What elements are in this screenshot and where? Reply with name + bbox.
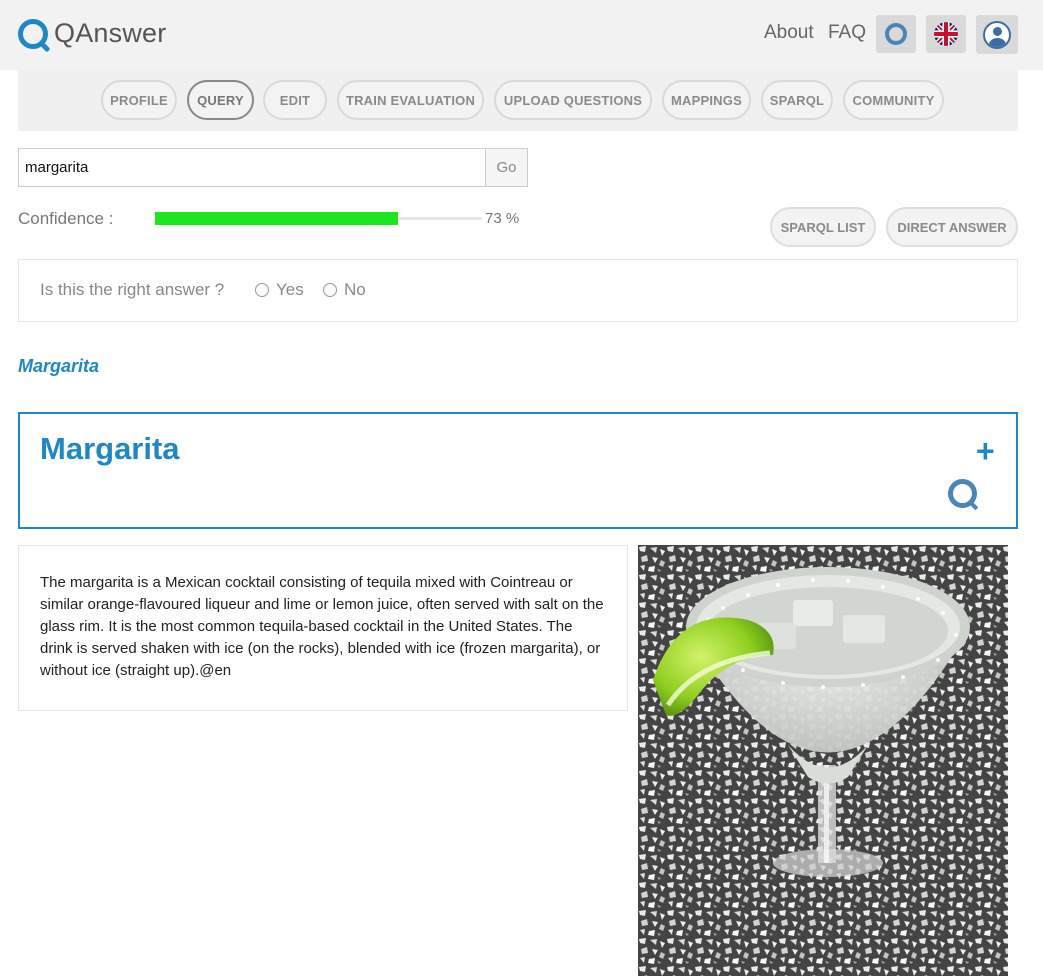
tab-upload-questions[interactable]: UPLOAD QUESTIONS — [494, 80, 652, 120]
about-link[interactable]: About — [764, 22, 814, 44]
tab-profile[interactable]: PROFILE — [101, 80, 177, 120]
tab-community[interactable]: COMMUNITY — [843, 80, 944, 120]
answer-card: Margarita + — [18, 412, 1018, 529]
top-header: QAnswer About FAQ — [0, 0, 1043, 70]
logo-text: QAnswer — [54, 18, 167, 48]
feedback-question: Is this the right answer ? — [40, 280, 225, 299]
yes-label: Yes — [276, 280, 304, 299]
user-button[interactable] — [976, 15, 1018, 54]
expand-plus-icon[interactable]: + — [976, 435, 995, 467]
tab-query[interactable]: QUERY — [187, 80, 254, 120]
answer-card-title[interactable]: Margarita — [40, 431, 180, 467]
yes-radio[interactable] — [255, 283, 269, 297]
confidence-bar-fill — [155, 212, 399, 225]
tab-train-evaluation[interactable]: TRAIN EVALUATION — [337, 80, 484, 120]
tab-edit[interactable]: EDIT — [263, 80, 327, 120]
answer-link[interactable]: Margarita — [18, 356, 99, 377]
knowledge-base-button[interactable] — [876, 15, 916, 53]
qanswer-ring-icon — [885, 23, 907, 45]
logo[interactable]: QAnswer — [18, 18, 166, 49]
feedback-no-option[interactable]: No — [323, 280, 366, 300]
no-label: No — [344, 280, 366, 299]
sparql-list-button[interactable]: SPARQL LIST — [770, 207, 876, 247]
search-input[interactable] — [18, 148, 486, 187]
qanswer-logo-icon — [18, 18, 48, 49]
description-panel: The margarita is a Mexican cocktail cons… — [18, 545, 628, 711]
confidence-label: Confidence : — [18, 209, 114, 228]
go-button[interactable]: Go — [485, 148, 528, 187]
direct-answer-button[interactable]: DIRECT ANSWER — [886, 207, 1018, 247]
feedback-yes-option[interactable]: Yes — [255, 280, 304, 300]
language-button[interactable] — [926, 15, 966, 53]
tab-mappings[interactable]: MAPPINGS — [662, 80, 751, 120]
qanswer-ring-icon — [948, 479, 977, 508]
user-icon — [983, 20, 1011, 49]
feedback-panel: Is this the right answer ? Yes No — [18, 259, 1018, 322]
description-text: The margarita is a Mexican cocktail cons… — [40, 574, 604, 679]
faq-link[interactable]: FAQ — [828, 22, 866, 44]
margarita-image — [638, 545, 1008, 976]
no-radio[interactable] — [323, 283, 337, 297]
confidence-bar — [155, 212, 482, 225]
tab-sparql[interactable]: SPARQL — [761, 80, 833, 120]
uk-flag-icon — [934, 22, 958, 46]
main-tab-bar: PROFILE QUERY EDIT TRAIN EVALUATION UPLO… — [18, 70, 1018, 131]
confidence-percent: 73 % — [485, 210, 520, 227]
